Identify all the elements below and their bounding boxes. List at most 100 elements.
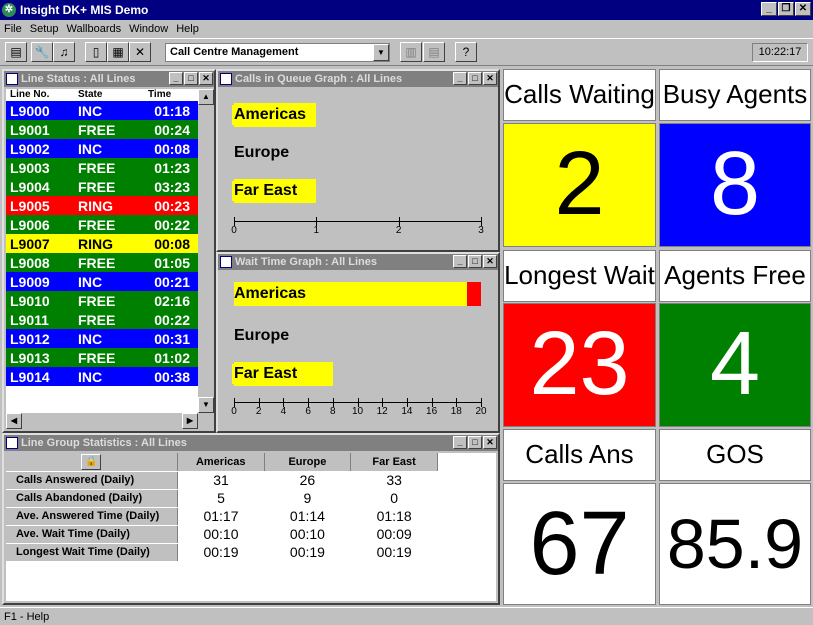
table-row[interactable]: L9000 INC 01:18 (6, 101, 198, 120)
table-row[interactable]: L9009 INC 00:21 (6, 272, 198, 291)
col-far-east: Far East (350, 453, 438, 472)
menu-setup[interactable]: Setup (26, 23, 63, 35)
scroll-left-icon[interactable]: ◀ (6, 413, 22, 429)
cell-state: FREE (78, 159, 116, 176)
tick-label: 16 (426, 406, 438, 417)
wallboard-label: Calls Ans (503, 429, 656, 481)
wallboard-label: Busy Agents (659, 69, 811, 121)
horizontal-scrollbar[interactable]: ◀ ▶ (6, 413, 198, 429)
table-row[interactable]: L9011 FREE 00:22 (6, 310, 198, 329)
maximize-icon[interactable]: □ (468, 72, 482, 85)
close-icon[interactable]: ✕ (483, 255, 497, 268)
maximize-icon[interactable]: □ (468, 255, 482, 268)
scroll-down-icon[interactable]: ▼ (198, 397, 214, 413)
cell-time: 00:24 (154, 121, 190, 138)
help-icon[interactable]: ? (455, 42, 477, 62)
chevron-down-icon[interactable]: ▼ (373, 44, 389, 61)
minimize-icon[interactable]: _ (453, 72, 467, 85)
wallboard-value: 23 (503, 303, 656, 427)
properties-icon[interactable]: ▦ (107, 42, 129, 62)
line-status-titlebar[interactable]: Line Status : All Lines _ □ ✕ (4, 71, 214, 87)
stat-value: 33 (350, 471, 438, 490)
delete-icon[interactable]: ✕ (129, 42, 151, 62)
tick-label: 4 (280, 406, 287, 417)
group-stats-table: 🔒 Americas Europe Far East Calls Answere… (6, 453, 438, 562)
close-icon[interactable]: ✕ (199, 72, 213, 85)
table-row[interactable]: L9002 INC 00:08 (6, 139, 198, 158)
wrench-icon[interactable]: 🔧 (31, 42, 53, 62)
group-stats-window: Line Group Statistics : All Lines _ □ ✕ … (2, 433, 500, 605)
maximize-icon[interactable]: □ (184, 72, 198, 85)
scroll-up-icon[interactable]: ▲ (198, 89, 214, 105)
wait-graph-title: Wait Time Graph : All Lines (235, 256, 378, 268)
tick-label: 2 (255, 406, 262, 417)
wallboard-label: Longest Wait (503, 250, 656, 302)
table-row[interactable]: L9005 RING 00:23 (6, 196, 198, 215)
bell-icon[interactable]: ♫ (53, 42, 75, 62)
menu-window[interactable]: Window (125, 23, 172, 35)
cell-line: L9011 (10, 311, 49, 328)
close-icon[interactable]: ✕ (483, 72, 497, 85)
group-stats-body: Calls Answered (Daily) 31 26 33 Calls Abando… (6, 471, 438, 562)
minimize-icon[interactable]: _ (453, 436, 467, 449)
menu-help[interactable]: Help (172, 23, 203, 35)
stat-value: 5 (177, 489, 265, 508)
minimize-icon[interactable]: _ (761, 2, 777, 16)
lock-icon[interactable]: 🔒 (81, 453, 102, 470)
line-status-window: Line Status : All Lines _ □ ✕ Line No. S… (2, 69, 216, 433)
cell-line: L9008 (10, 254, 50, 271)
stat-value: 00:19 (350, 543, 438, 562)
stat-value: 31 (177, 471, 265, 490)
minimize-icon[interactable]: _ (169, 72, 183, 85)
cell-line: L9012 (10, 330, 50, 347)
restore-icon[interactable]: ❐ (778, 2, 794, 16)
table-row: Ave. Wait Time (Daily) 00:10 00:10 00:09 (6, 525, 438, 544)
view-select[interactable]: Call Centre Management ▼ (165, 43, 390, 62)
cell-line: L9005 (10, 197, 50, 214)
table-row[interactable]: L9010 FREE 02:16 (6, 291, 198, 310)
table-row[interactable]: L9006 FREE 00:22 (6, 215, 198, 234)
table-row[interactable]: L9004 FREE 03:23 (6, 177, 198, 196)
table-row[interactable]: L9013 FREE 01:02 (6, 348, 198, 367)
cell-state: FREE (78, 178, 116, 195)
tick-label: 2 (395, 225, 402, 236)
window-icon (6, 73, 18, 85)
close-icon[interactable]: ✕ (483, 436, 497, 449)
close-icon[interactable]: ✕ (795, 2, 811, 16)
scroll-right-icon[interactable]: ▶ (182, 413, 198, 429)
cell-state: FREE (78, 254, 116, 271)
menu-file[interactable]: File (0, 23, 26, 35)
new-document-icon[interactable]: ▯ (85, 42, 107, 62)
wait-graph-titlebar[interactable]: Wait Time Graph : All Lines _ □ ✕ (218, 254, 498, 270)
cell-time: 01:02 (154, 349, 190, 366)
table-row[interactable]: L9003 FREE 01:23 (6, 158, 198, 177)
menu-wallboards[interactable]: Wallboards (62, 23, 125, 35)
overflow-marker (467, 282, 481, 306)
cell-line: L9000 (10, 102, 50, 119)
table-row[interactable]: L9008 FREE 01:05 (6, 253, 198, 272)
cascade-icon[interactable]: ▤ (423, 42, 445, 62)
group-stats-titlebar[interactable]: Line Group Statistics : All Lines _ □ ✕ (4, 435, 498, 451)
table-row[interactable]: L9001 FREE 00:24 (6, 120, 198, 139)
vertical-scrollbar[interactable]: ▲ ▼ (198, 89, 214, 413)
chart-icon[interactable]: ▤ (5, 42, 27, 62)
minimize-icon[interactable]: _ (453, 255, 467, 268)
col-time: Time (148, 89, 172, 100)
table-row[interactable]: L9007 RING 00:08 (6, 234, 198, 253)
stat-value: 01:18 (350, 507, 438, 526)
table-row[interactable]: L9014 INC 00:38 (6, 367, 198, 386)
table-row[interactable]: L9012 INC 00:31 (6, 329, 198, 348)
col-americas: Americas (177, 453, 265, 472)
queue-graph-titlebar[interactable]: Calls in Queue Graph : All Lines _ □ ✕ (218, 71, 498, 87)
tile-icon[interactable]: ▥ (400, 42, 422, 62)
lock-cell: 🔒 (6, 453, 178, 472)
cell-state: FREE (78, 121, 116, 138)
tick-label: 8 (330, 406, 336, 417)
cell-state: INC (78, 330, 103, 347)
cell-time: 00:22 (154, 311, 190, 328)
tick-label: 0 (231, 225, 237, 236)
cell-time: 00:31 (154, 330, 190, 347)
menu-bar: File Setup Wallboards Window Help (0, 20, 813, 38)
maximize-icon[interactable]: □ (468, 436, 482, 449)
row-label: Calls Abandoned (Daily) (6, 489, 178, 508)
